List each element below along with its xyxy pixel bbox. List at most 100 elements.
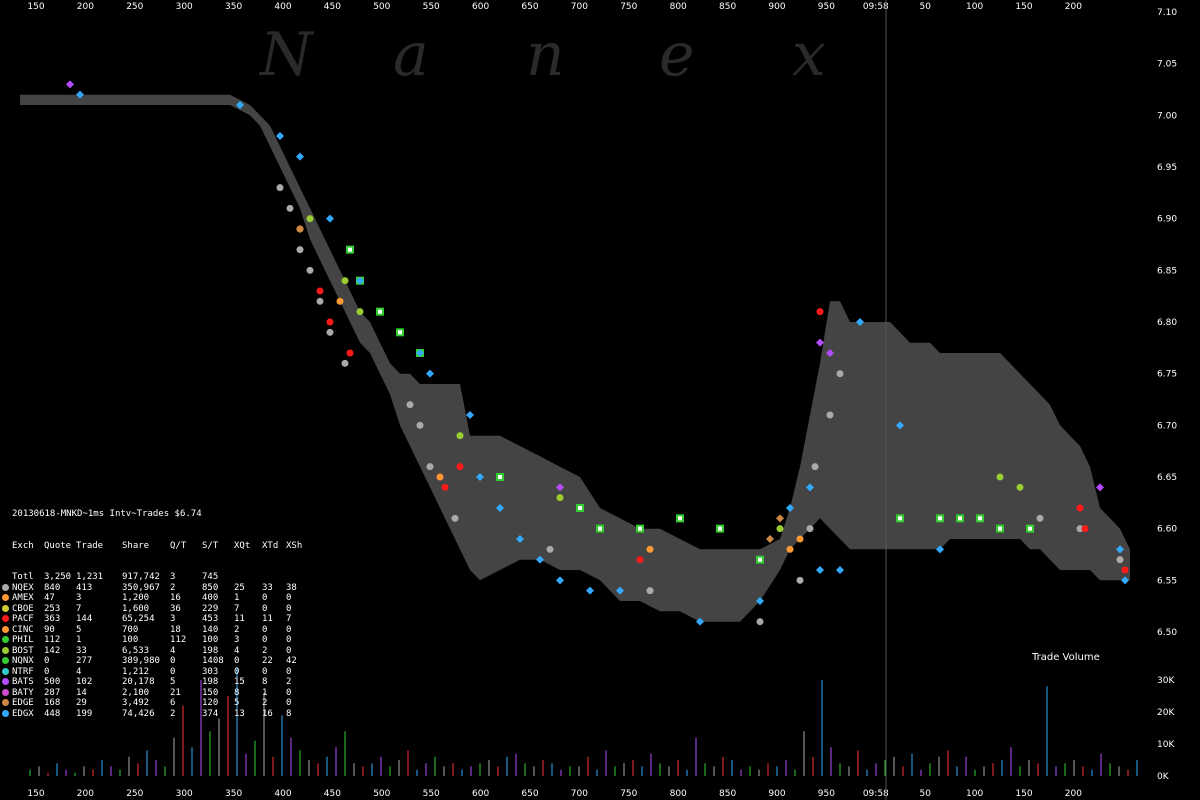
trade-point-nqex xyxy=(756,618,764,626)
x-tick-label: 09:58 xyxy=(863,789,889,799)
watermark: Na n e x xyxy=(258,20,826,90)
y-tick-label: 6.60 xyxy=(1157,525,1177,535)
stats-cell: 1408 xyxy=(202,656,224,666)
trade-point-bats xyxy=(66,80,74,89)
x-tick-label: 100 xyxy=(966,789,983,799)
x-tick-label: 200 xyxy=(1065,2,1082,12)
trade-point-pacf xyxy=(816,308,824,316)
y-tick-label: 6.95 xyxy=(1157,163,1177,173)
trade-point-nqnx xyxy=(346,245,354,254)
stats-row: NTRF 0 4 1,212 0 303 0 0 0 xyxy=(2,667,291,678)
x-tick-label: 550 xyxy=(423,2,440,12)
trade-point-nqnx xyxy=(716,524,724,533)
y-tick-label: 6.80 xyxy=(1157,318,1177,328)
x-tick-label: 50 xyxy=(919,2,931,12)
stats-cell: 0 xyxy=(262,635,268,645)
x-tick-label: 150 xyxy=(1015,789,1032,799)
stats-cell: 253 xyxy=(44,603,61,614)
volume-tick-label: 20K xyxy=(1157,708,1175,718)
stats-row: BATS 500 102 20,178 5 198 15 8 2 xyxy=(2,677,291,688)
trade-point-nqex xyxy=(426,463,434,471)
stats-cell: 142 xyxy=(44,645,61,656)
stats-cell: 1 xyxy=(234,593,240,603)
x-tick-label: 300 xyxy=(176,2,193,12)
trade-point-nqex xyxy=(806,525,814,533)
stats-cell: 112 xyxy=(44,635,61,645)
stats-cell: 413 xyxy=(76,582,93,593)
stats-cell: 229 xyxy=(202,603,219,614)
x-tick-label: 500 xyxy=(373,2,390,12)
stats-cell: BATY xyxy=(12,687,34,698)
stats-cell: 3 xyxy=(170,572,176,582)
x-tick-label: 600 xyxy=(472,789,489,799)
trade-point-nqex xyxy=(811,463,819,471)
y-tick-label: 6.65 xyxy=(1157,473,1177,483)
stats-cell: EDGX xyxy=(12,708,34,719)
x-tick-label: 100 xyxy=(966,2,983,12)
stats-cell: 5 xyxy=(170,677,176,687)
stats-cell: 0 xyxy=(170,666,176,677)
stats-cell: 102 xyxy=(76,677,93,687)
stats-header: Exch Quote Trade Share Q/T S/T XQt XTd XSh xyxy=(12,541,302,552)
exchange-color-icon xyxy=(2,646,9,654)
exchange-color-icon xyxy=(2,615,9,622)
stats-cell: 0 xyxy=(286,645,292,656)
stats-cell: PHIL xyxy=(12,635,34,645)
stats-row: AMEX 47 3 1,200 16 400 1 0 0 xyxy=(2,593,291,604)
stats-cell: 0 xyxy=(44,666,50,677)
stats-cell: 42 xyxy=(286,656,297,666)
trade-point-nqex xyxy=(286,204,294,212)
trade-point-nqex xyxy=(796,576,804,584)
trade-point-nqex xyxy=(306,266,314,274)
stats-cell: 0 xyxy=(286,666,292,677)
stats-cell: 25 xyxy=(234,582,245,593)
trade-point-nqnx xyxy=(396,328,404,337)
stats-cell: 6 xyxy=(170,698,176,708)
stats-cell: 15 xyxy=(234,677,245,687)
trade-point-bost xyxy=(306,215,314,223)
stats-cell: 917,742 xyxy=(122,572,160,582)
x-tick-label: 150 xyxy=(27,2,44,12)
stats-cell: 8 xyxy=(286,708,292,719)
stats-cell: EDGE xyxy=(12,698,34,708)
x-tick-label: 650 xyxy=(521,2,538,12)
x-tick-label: 600 xyxy=(472,2,489,12)
x-axis-top: 150 200 250 300 350 400 450 500 550 600 650 700 750 8… xyxy=(27,2,1082,12)
stats-cell: 363 xyxy=(44,614,61,624)
stats-row: NQEX 840 413 350,967 2 850 25 33 38 xyxy=(2,583,297,594)
x-tick-label: 700 xyxy=(571,2,588,12)
x-tick-label: 150 xyxy=(27,789,44,799)
stats-cell: 3,492 xyxy=(122,698,150,708)
x-tick-label: 400 xyxy=(274,789,291,799)
stats-cell: 120 xyxy=(202,698,219,708)
stats-row: CINC 90 5 700 18 140 2 0 0 xyxy=(2,625,291,636)
stats-row: CBOE 253 7 1,600 36 229 7 0 0 xyxy=(2,604,291,615)
volume-axis: 30K 20K 10K 0K xyxy=(1157,676,1175,782)
trade-point-edge xyxy=(766,535,774,543)
exchange-color-icon xyxy=(2,594,9,601)
trade-point-nqnx xyxy=(756,555,764,564)
stats-cell: 33 xyxy=(262,582,273,593)
stats-cell: 287 xyxy=(44,687,61,698)
stats-cell: 0 xyxy=(262,603,268,614)
stats-cell: 144 xyxy=(76,614,93,624)
y-tick-label: 6.55 xyxy=(1157,576,1177,586)
stats-cell: 448 xyxy=(44,708,61,719)
trade-point-bost xyxy=(556,494,564,502)
x-tick-label: 450 xyxy=(324,2,341,12)
trade-point-nqex xyxy=(646,587,654,595)
stats-cell: 100 xyxy=(122,635,139,645)
y-tick-label: 6.70 xyxy=(1157,421,1177,431)
x-tick-label: 200 xyxy=(1065,789,1082,799)
trade-point-cinc xyxy=(796,535,804,543)
trade-point-nqex xyxy=(451,514,459,522)
stats-cell: 303 xyxy=(202,666,219,677)
stats-cell: 7 xyxy=(234,603,240,614)
stats-cell: 2 xyxy=(234,624,240,635)
stats-cell: BATS xyxy=(12,677,34,687)
trade-point-bost xyxy=(456,432,464,440)
trade-point-edgx xyxy=(556,576,564,585)
trade-point-bost xyxy=(356,308,364,316)
watermark-letter: n xyxy=(526,20,565,90)
stats-cell: 0 xyxy=(262,593,268,603)
